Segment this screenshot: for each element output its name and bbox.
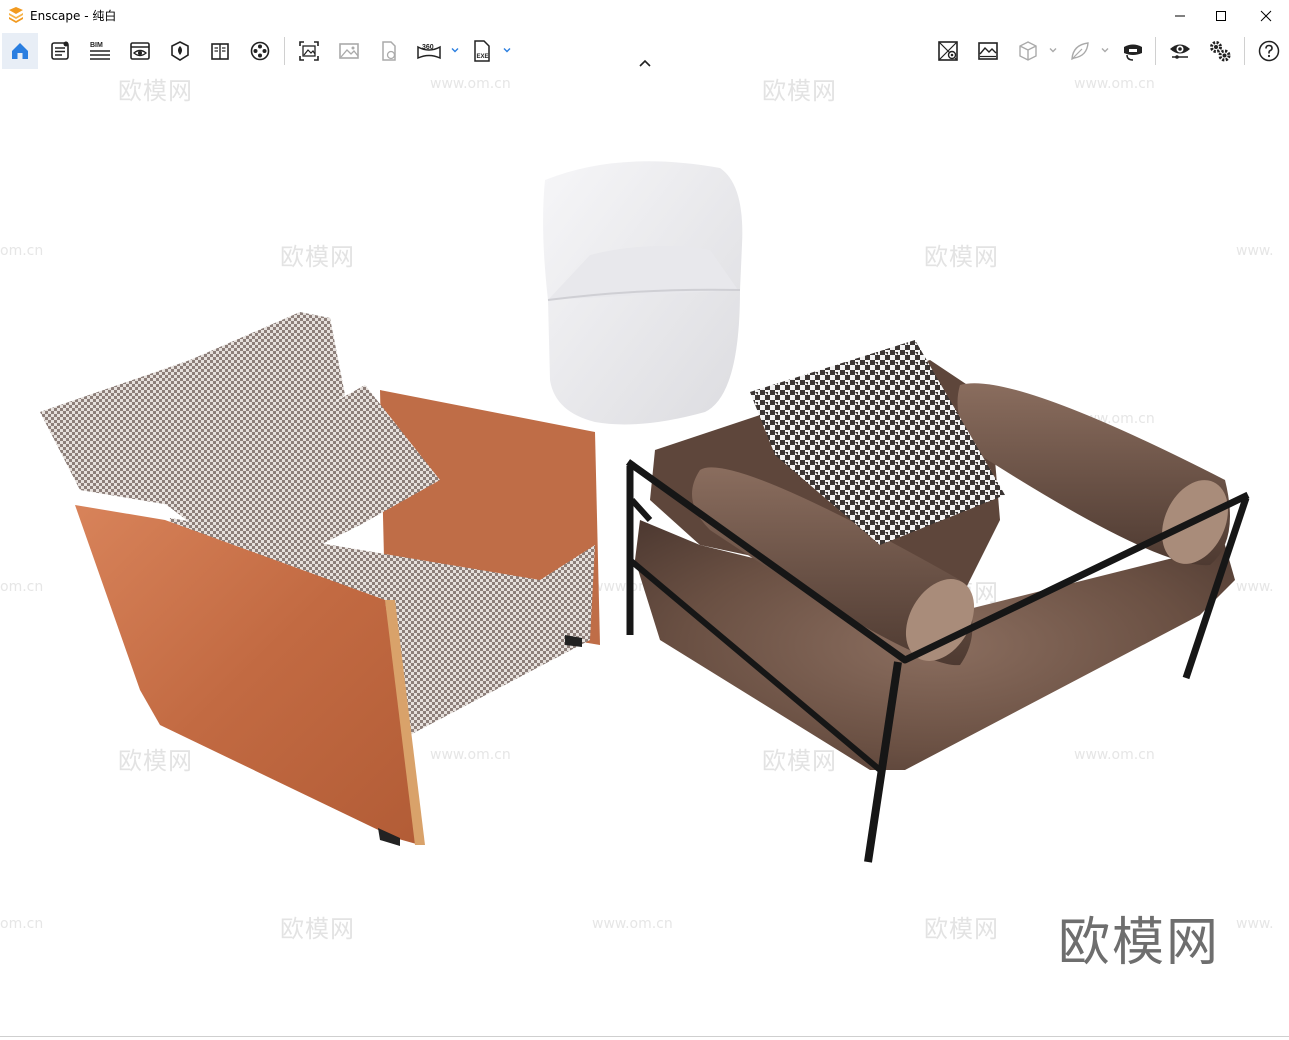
brand-watermark: 欧模网 xyxy=(1058,913,1221,973)
leather-armchair xyxy=(40,312,600,846)
bottom-border xyxy=(0,1036,1289,1037)
velvet-metal-sofa-chair xyxy=(625,340,1250,863)
white-tub-chair xyxy=(543,161,743,425)
furniture-scene xyxy=(40,161,1250,863)
